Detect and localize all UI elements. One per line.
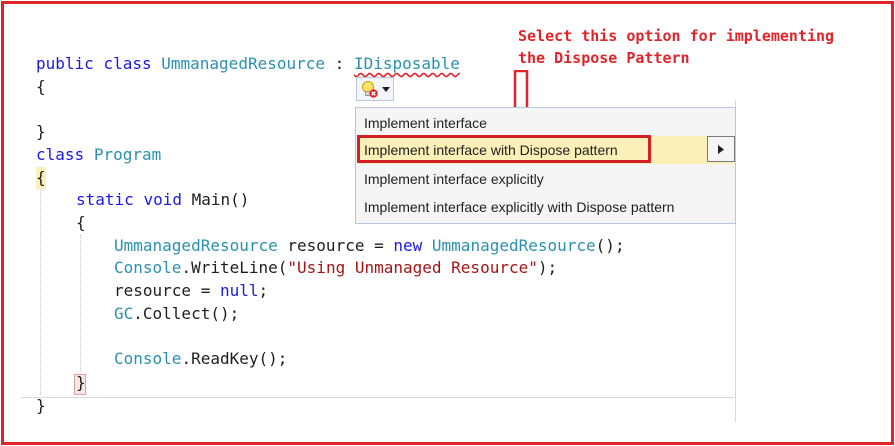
- method-name[interactable]: Main(): [192, 190, 250, 209]
- menu-item-implement-explicitly-dispose[interactable]: Implement interface explicitly with Disp…: [364, 196, 674, 218]
- string-literal: "Using Unmanaged Resource": [287, 258, 538, 277]
- code-brace: }: [76, 373, 86, 392]
- code-brace: {: [36, 77, 46, 96]
- chevron-down-icon: [382, 87, 390, 92]
- keyword-null: null: [219, 281, 259, 300]
- code-text: .ReadKey();: [181, 349, 288, 368]
- code-brace: {: [36, 167, 46, 189]
- indent-guide: [40, 190, 41, 395]
- lightbulb-error-icon: [362, 81, 378, 98]
- annotation-text: Select this option for implementing the D…: [518, 25, 834, 69]
- menu-item-implement-interface[interactable]: Implement interface: [364, 112, 487, 134]
- keyword-static: static: [76, 190, 134, 209]
- type-name: Console: [114, 258, 182, 277]
- indent-guide: [80, 235, 81, 375]
- code-text: ;: [258, 281, 269, 300]
- code-line-statement: UmmanagedResource resource = new Ummanag…: [114, 235, 625, 257]
- code-line-main-signature: static void Main(): [76, 189, 249, 211]
- type-name: UmmanagedResource: [431, 236, 596, 255]
- keyword-new: new: [393, 236, 423, 255]
- type-name: GC: [114, 304, 134, 323]
- code-line-statement: GC.Collect();: [114, 303, 239, 325]
- colon: :: [334, 54, 345, 73]
- annotation-line: the Dispose Pattern: [518, 49, 690, 67]
- code-text: ();: [595, 236, 625, 255]
- code-text: resource =: [277, 236, 394, 255]
- keyword-class: class: [103, 54, 152, 73]
- code-line-statement: Console.ReadKey();: [114, 348, 287, 370]
- submenu-expand-button[interactable]: [707, 136, 735, 162]
- code-text: .WriteLine(: [181, 258, 288, 277]
- code-line-program-class: class Program: [36, 144, 161, 166]
- code-line-statement: resource = null;: [114, 280, 268, 302]
- type-name: UmmanagedResource: [114, 236, 278, 255]
- interface-name-error[interactable]: IDisposable: [354, 54, 460, 73]
- code-text: resource =: [114, 281, 220, 300]
- code-line-statement: Console.WriteLine("Using Unmanaged Resou…: [114, 257, 557, 279]
- code-line-class-decl: public class UmmanagedResource : IDispos…: [36, 53, 460, 75]
- menu-item-implement-explicitly[interactable]: Implement interface explicitly: [364, 168, 544, 190]
- code-text: );: [537, 258, 558, 277]
- annotation-highlight-box: [357, 135, 651, 163]
- quick-actions-button[interactable]: [356, 77, 394, 101]
- code-text: .Collect();: [133, 304, 240, 323]
- chevron-right-icon: [718, 145, 724, 154]
- quick-actions-menu: Implement interface Implement interface …: [355, 107, 736, 224]
- keyword-void: void: [143, 190, 182, 209]
- editor-divider-horizontal: [22, 397, 734, 398]
- code-brace: }: [36, 396, 46, 415]
- type-name: Console: [114, 349, 182, 368]
- code-brace: {: [76, 213, 86, 232]
- annotation-line: Select this option for implementing: [518, 27, 835, 45]
- keyword-public: public: [36, 54, 94, 73]
- class-name[interactable]: Program: [94, 145, 161, 164]
- code-brace: }: [36, 122, 46, 141]
- class-name[interactable]: UmmanagedResource: [161, 54, 325, 73]
- keyword-class: class: [36, 145, 85, 164]
